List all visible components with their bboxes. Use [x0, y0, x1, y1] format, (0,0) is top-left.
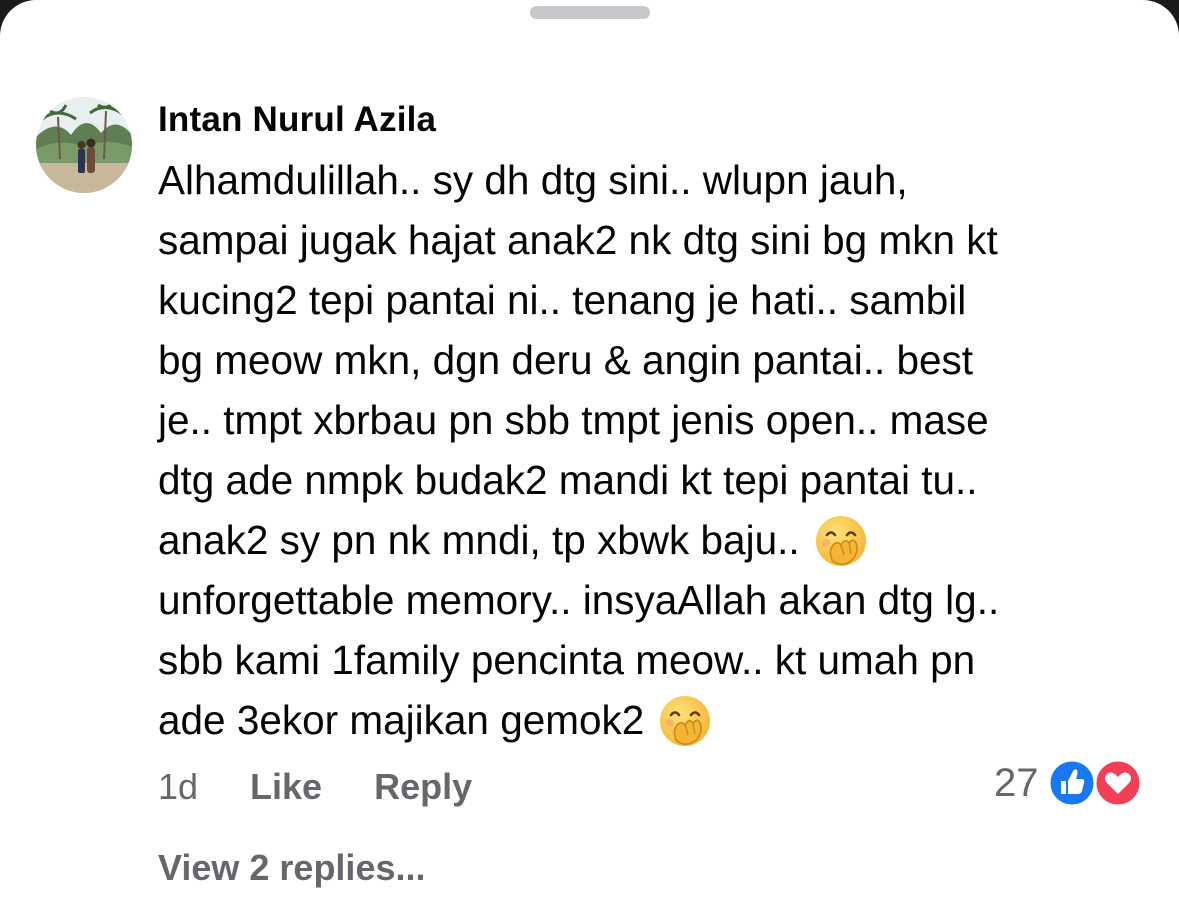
reaction-icons	[1047, 758, 1161, 808]
comment-actions: 1d Like Reply	[158, 762, 524, 812]
comment-line: sbb kami 1family pencinta meow.. kt umah…	[158, 637, 976, 683]
comment-text: Alhamdulillah.. sy dh dtg sini.. wlupn j…	[158, 150, 1148, 750]
comment-line: kucing2 tepi pantai ni.. tenang je hati.…	[158, 277, 967, 323]
comment-line: sampai jugak hajat anak2 nk dtg sini bg …	[158, 217, 998, 263]
comment-line: dtg ade nmpk budak2 mandi kt tepi pantai…	[158, 457, 978, 503]
avatar[interactable]	[36, 97, 132, 193]
reply-button[interactable]: Reply	[374, 766, 472, 808]
love-icon	[1093, 758, 1142, 808]
like-button[interactable]: Like	[250, 766, 322, 808]
view-replies-link[interactable]: View 2 replies...	[158, 844, 426, 892]
sheet-grabber-handle[interactable]	[530, 6, 650, 19]
comment-line: je.. tmpt xbrbau pn sbb tmpt jenis open.…	[158, 397, 989, 443]
comment-sheet: Intan Nurul Azila Alhamdulillah.. sy dh …	[0, 0, 1179, 900]
like-icon	[1047, 758, 1096, 808]
comment-author-name[interactable]: Intan Nurul Azila	[158, 96, 1148, 144]
face-with-hand-over-mouth-icon	[815, 516, 866, 566]
comment-line: bg meow mkn, dgn deru & angin pantai.. b…	[158, 337, 974, 383]
comment-timestamp[interactable]: 1d	[158, 766, 198, 808]
avatar-photo	[36, 97, 132, 193]
comment-line: ade 3ekor majikan gemok2	[158, 690, 1148, 750]
comment-bubble: Intan Nurul Azila Alhamdulillah.. sy dh …	[158, 96, 1148, 750]
comment-line: Alhamdulillah.. sy dh dtg sini.. wlupn j…	[158, 157, 908, 203]
reaction-count: 27	[994, 761, 1039, 805]
comment-line: anak2 sy pn nk mndi, tp xbwk baju..	[158, 510, 1148, 570]
reaction-summary[interactable]: 27	[994, 758, 1161, 808]
comment-line: unforgettable memory.. insyaAllah akan d…	[158, 577, 1000, 623]
face-with-hand-over-mouth-icon	[660, 696, 711, 746]
